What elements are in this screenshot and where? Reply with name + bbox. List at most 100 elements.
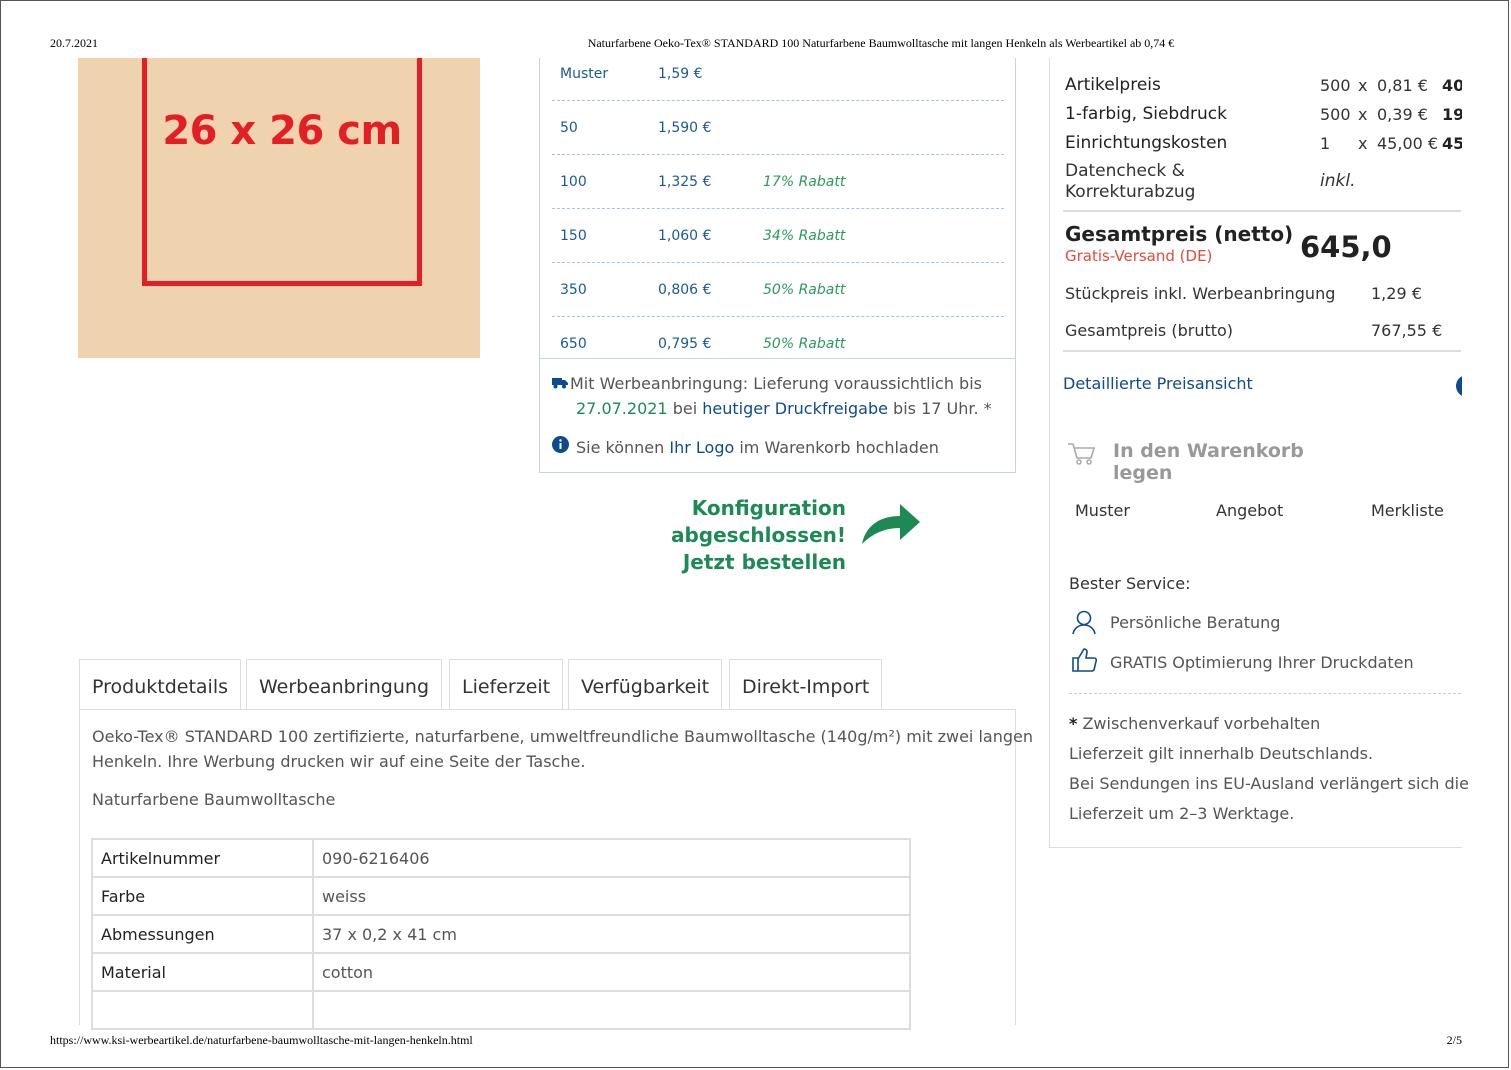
summary-row-unit: 45,00 €: [1377, 134, 1439, 153]
logo-info: Sie können Ihr Logo im Warenkorb hochlad…: [552, 436, 939, 457]
konfig-line2: Jetzt bestellen: [682, 550, 846, 574]
spec-key: [91, 990, 314, 1030]
thumbs-up-icon: [1071, 647, 1099, 677]
table-row: Abmessungen 37 x 0,2 x 41 cm: [91, 914, 911, 954]
note-line2: Lieferzeit gilt innerhalb Deutschlands.: [1069, 744, 1374, 763]
note-line3: Bei Sendungen ins EU-Ausland verlängert …: [1069, 774, 1469, 793]
price-tier-price: 0,795 €: [658, 336, 712, 352]
price-tier-row[interactable]: Muster 1,59 €: [552, 58, 1004, 101]
summary-row-total: 40: [1442, 76, 1462, 95]
summary-row-label: Einrichtungskosten: [1065, 133, 1228, 153]
note-line1: Zwischenverkauf vorbehalten: [1077, 714, 1321, 733]
price-tier-row[interactable]: 150 1,060 € 34% Rabatt: [552, 208, 1004, 263]
delivery-date: 27.07.2021: [576, 399, 668, 418]
price-tier-rabatt: 50% Rabatt: [763, 336, 846, 352]
stueckpreis-label: Stückpreis inkl. Werbeanbringung: [1065, 284, 1336, 303]
datencheck-value: inkl.: [1320, 171, 1356, 191]
spec-key: Material: [91, 952, 314, 992]
price-tier-row[interactable]: 100 1,325 € 17% Rabatt: [552, 154, 1004, 209]
delivery-suffix: bis 17 Uhr. *: [887, 399, 992, 418]
note-zwischenverkauf: * Zwischenverkauf vorbehalten: [1069, 714, 1320, 733]
table-row: Material cotton: [91, 952, 911, 992]
summary-row-total: 45: [1442, 134, 1462, 153]
datencheck-label: Datencheck & Korrekturabzug: [1065, 161, 1195, 203]
spec-value: 090-6216406: [312, 838, 911, 878]
price-tier-rabatt: 17% Rabatt: [763, 174, 846, 190]
price-tier-qty: 150: [560, 228, 587, 244]
description-para2: Naturfarbene Baumwolltasche: [92, 790, 336, 809]
print-page-number: 2/5: [1446, 1033, 1462, 1047]
tab-werbeanbringung[interactable]: Werbeanbringung: [246, 659, 443, 710]
summary-row-qty: 500: [1320, 76, 1351, 95]
stueckpreis-value: 1,29 €: [1371, 284, 1422, 303]
truck-icon: [552, 374, 570, 393]
add-to-cart-button[interactable]: In den Warenkorb legen: [1067, 438, 1367, 484]
table-row: Artikelnummer 090-6216406: [91, 838, 911, 878]
price-tier-rabatt: 50% Rabatt: [763, 282, 846, 298]
price-tier-row[interactable]: 50 1,590 €: [552, 100, 1004, 155]
table-row: [91, 990, 911, 1030]
summary-row-total: 19: [1442, 105, 1462, 124]
brutto-label: Gesamtpreis (brutto): [1065, 321, 1234, 340]
spec-value: cotton: [312, 952, 911, 992]
spec-value: weiss: [312, 876, 911, 916]
service-divider: [1069, 693, 1461, 694]
summary-divider-1: [1063, 210, 1461, 212]
tab-verfuegbarkeit[interactable]: Verfügbarkeit: [568, 659, 723, 710]
spec-key: Artikelnummer: [91, 838, 314, 878]
service-item-optimierung: GRATIS Optimierung Ihrer Druckdaten: [1110, 653, 1414, 672]
konfig-line1: Konfiguration abgeschlossen!: [670, 496, 846, 547]
cart-icon: [1067, 442, 1097, 470]
arrow-right-icon: [860, 496, 922, 552]
brutto-value: 767,55 €: [1371, 321, 1443, 340]
detail-price-link[interactable]: Detaillierte Preisansicht: [1063, 374, 1253, 393]
merkliste-link[interactable]: Merkliste: [1371, 501, 1444, 520]
price-tier-row[interactable]: 650 0,795 € 50% Rabatt: [552, 316, 1004, 370]
versand-label: Gratis-Versand (DE): [1065, 247, 1213, 265]
gesamtpreis-label: Gesamtpreis (netto): [1065, 222, 1294, 246]
spec-key: Abmessungen: [91, 914, 314, 954]
summary-row-unit: 0,39 €: [1377, 105, 1428, 124]
note-line4: Lieferzeit um 2–3 Werktage.: [1069, 804, 1295, 823]
summary-row-times: x: [1358, 105, 1368, 124]
tab-direkt-import[interactable]: Direkt-Import: [729, 659, 883, 710]
delivery-info: Mit Werbeanbringung: Lieferung voraussic…: [552, 374, 992, 393]
tab-lieferzeit[interactable]: Lieferzeit: [449, 659, 564, 710]
price-tier-row[interactable]: 350 0,806 € 50% Rabatt: [552, 262, 1004, 317]
info-circle-icon[interactable]: [1455, 374, 1462, 398]
summary-row-qty: 500: [1320, 105, 1351, 124]
spec-key: Farbe: [91, 876, 314, 916]
logo-info-prefix: Sie können: [576, 438, 670, 457]
datencheck-line1: Datencheck &: [1065, 161, 1185, 181]
tab-produktdetails[interactable]: Produktdetails: [79, 659, 241, 710]
price-tier-rabatt: 34% Rabatt: [763, 228, 846, 244]
print-title: Naturfarbene Oeko-Tex® STANDARD 100 Natu…: [587, 36, 1175, 50]
service-title: Bester Service:: [1069, 574, 1191, 593]
service-item-beratung: Persönliche Beratung: [1110, 613, 1281, 632]
price-tier-qty: 100: [560, 174, 587, 190]
price-table-separator: [540, 358, 1015, 359]
logo-link[interactable]: Ihr Logo: [669, 438, 734, 457]
price-tier-price: 1,590 €: [658, 120, 712, 136]
konfig-callout: Konfiguration abgeschlossen! Jetzt beste…: [520, 495, 846, 576]
angebot-link[interactable]: Angebot: [1216, 501, 1283, 520]
price-tier-price: 0,806 €: [658, 282, 712, 298]
druckfreigabe-link[interactable]: heutiger Druckfreigabe: [702, 399, 888, 418]
delivery-bei: bei: [667, 399, 703, 418]
price-tier-qty: 50: [560, 120, 578, 136]
spec-value: 37 x 0,2 x 41 cm: [312, 914, 911, 954]
description-line2: Henkeln. Ihre Werbung drucken wir auf ei…: [92, 752, 586, 771]
summary-row-label: Artikelpreis: [1065, 75, 1161, 95]
spec-value: [312, 990, 911, 1030]
table-row: Farbe weiss: [91, 876, 911, 916]
price-tier-price: 1,59 €: [658, 66, 703, 82]
logo-info-suffix: im Warenkorb hochladen: [734, 438, 939, 457]
summary-row-qty: 1: [1320, 134, 1331, 153]
summary-row-label: 1-farbig, Siebdruck: [1065, 104, 1227, 124]
print-area-dimension: 26 x 26 cm: [162, 108, 402, 154]
muster-link[interactable]: Muster: [1075, 501, 1130, 520]
description-line1: Oeko-Tex® STANDARD 100 zertifizierte, na…: [92, 727, 1033, 746]
print-date: 20.7.2021: [50, 36, 98, 50]
summary-divider-2: [1063, 350, 1461, 352]
summary-row-times: x: [1358, 134, 1368, 153]
